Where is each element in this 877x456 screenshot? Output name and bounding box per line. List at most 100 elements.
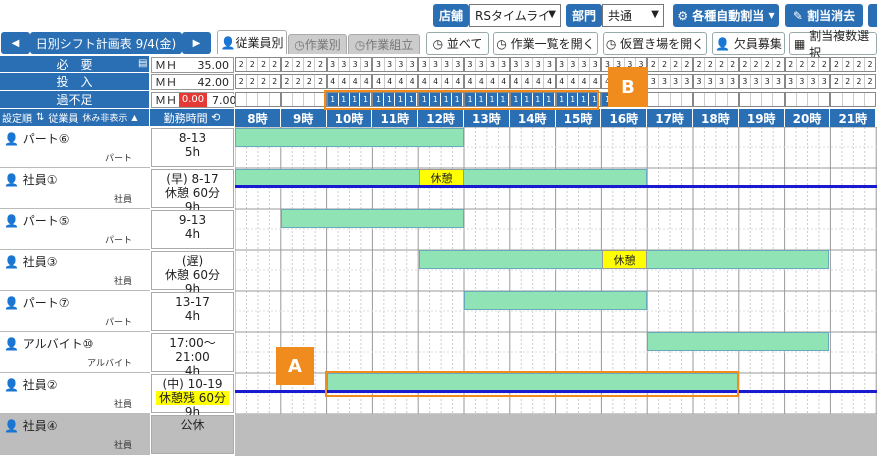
- store-select[interactable]: RSタイムライ ▼: [469, 4, 561, 27]
- employee-name[interactable]: 👤 社員③: [4, 253, 58, 270]
- summary-digit: [751, 93, 763, 106]
- employee-row[interactable]: 👤 社員② 社員: [0, 373, 150, 414]
- input-label: 投 入: [0, 73, 150, 91]
- employee-row[interactable]: 👤 パート⑦ パート: [0, 291, 150, 332]
- summary-digit: [659, 93, 671, 106]
- employee-name[interactable]: 👤 パート⑤: [4, 212, 70, 229]
- task-list-button[interactable]: ◷ 作業一覧を開く: [493, 32, 598, 55]
- summary-digit: 2: [843, 75, 854, 88]
- summary-digit: 2: [236, 58, 248, 71]
- task-list-label: 作業一覧を開く: [510, 37, 595, 51]
- refresh-icon[interactable]: ⟲: [211, 111, 220, 124]
- multi-select-label: 割当複数選択: [809, 28, 870, 60]
- summary-digit: 2: [730, 60, 736, 69]
- arrange-button[interactable]: ◷ 並べて: [426, 32, 489, 55]
- extra-button[interactable]: [868, 4, 877, 27]
- summary-cell: 3333: [509, 57, 556, 72]
- grid-icon: ▦: [794, 36, 806, 51]
- employee-name[interactable]: 👤 パート⑦: [4, 294, 70, 311]
- summary-cell: 2222: [784, 57, 831, 72]
- summary-digit: 2: [236, 75, 248, 88]
- auto-assign-button[interactable]: ⚙ 各種自動割当 ▼: [673, 4, 779, 27]
- settings-order-label[interactable]: 設定順: [2, 110, 32, 125]
- summary-digit: 3: [533, 58, 545, 71]
- summary-digit: [236, 93, 248, 106]
- vacancy-button[interactable]: 👤 欠員募集: [712, 32, 785, 55]
- work-time-line: 17:00～21:00: [169, 336, 216, 364]
- summary-digit: 4: [350, 75, 362, 88]
- work-time-cell[interactable]: 9-13 4h: [151, 210, 234, 249]
- employee-row[interactable]: 👤 パート⑥ パート: [0, 127, 150, 168]
- summary-digit: 2: [272, 77, 278, 86]
- hour-label: 20時: [784, 109, 831, 127]
- employee-name[interactable]: 👤 社員④: [4, 417, 58, 434]
- prev-day-button[interactable]: ◀: [1, 32, 30, 54]
- employee-name[interactable]: 👤 パート⑥: [4, 130, 70, 147]
- summary-cell: 3333: [784, 74, 831, 89]
- work-time-cell[interactable]: 13-17 4h: [151, 292, 234, 331]
- work-time-cell[interactable]: (早) 8-17 休憩 60分 9h: [151, 169, 234, 214]
- employee-row[interactable]: 👤 パート⑤ パート: [0, 209, 150, 250]
- summary-digit: [694, 93, 706, 106]
- summary-digit: 2: [831, 75, 843, 88]
- summary-digit: 2: [776, 60, 781, 69]
- employee-col-label: 従業員: [48, 114, 79, 125]
- summary-digit: [671, 93, 682, 106]
- dept-select[interactable]: 共通 ▼: [602, 4, 664, 27]
- auto-assign-label: 各種自動割当: [692, 9, 765, 23]
- employee-name[interactable]: 👤 社員②: [4, 376, 58, 393]
- work-time-cell[interactable]: (遅) 休憩 60分 9h: [151, 251, 234, 296]
- employee-row[interactable]: 👤 社員④ 社員: [0, 414, 150, 455]
- rest-block[interactable]: 休憩: [419, 169, 464, 186]
- summary-digit: 2: [671, 58, 682, 71]
- shift-bar[interactable]: [281, 209, 464, 228]
- summary-digit: 2: [831, 58, 843, 71]
- summary-cell: 4444: [372, 74, 419, 89]
- tab-task-build[interactable]: ◷ 作業組立: [348, 34, 420, 54]
- employee-row[interactable]: 👤 社員① 社員: [0, 168, 150, 209]
- summary-cell: 3333: [326, 57, 373, 72]
- tab-employee[interactable]: 👤 従業員別: [217, 30, 287, 54]
- summary-cell: 2222: [280, 57, 327, 72]
- work-time-cell[interactable]: 17:00～21:00 4h: [151, 333, 234, 378]
- summary-cell: 2222: [830, 57, 877, 72]
- clear-assign-button[interactable]: ✎ 割当消去: [785, 4, 863, 27]
- sort-icon[interactable]: ⇅: [36, 112, 44, 123]
- work-time-cell[interactable]: 公休: [151, 415, 234, 454]
- summary-digit: 3: [592, 60, 598, 69]
- summary-digit: 4: [363, 77, 369, 86]
- hide-off-toggle[interactable]: 休み非表示: [82, 111, 127, 124]
- summary-digit: 3: [659, 75, 671, 88]
- summary-digit: 4: [328, 75, 339, 88]
- employee-row[interactable]: 👤 社員③ 社員: [0, 250, 150, 291]
- summary-digit: 3: [487, 58, 499, 71]
- employee-name[interactable]: 👤 アルバイト⑩: [4, 335, 93, 352]
- rest-block[interactable]: 休憩: [602, 250, 647, 269]
- work-time-cell[interactable]: 8-13 5h: [151, 128, 234, 167]
- arrange-label: 並べて: [446, 37, 483, 51]
- work-time-cell[interactable]: (中) 10-19 休憩残 60分 9h: [151, 374, 234, 419]
- summary-digit: 3: [409, 60, 415, 69]
- tab-task[interactable]: ◷ 作業別: [288, 34, 347, 54]
- summary-digit: 2: [282, 75, 293, 88]
- summary-digit: 3: [363, 60, 369, 69]
- summary-digit: 4: [568, 75, 579, 88]
- work-time-line: 公休: [180, 418, 205, 432]
- summary-digit: 2: [247, 58, 259, 71]
- employee-row[interactable]: 👤 アルバイト⑩ アルバイト: [0, 332, 150, 373]
- employee-name[interactable]: 👤 社員①: [4, 171, 58, 188]
- summary-digit: 3: [557, 58, 568, 71]
- summary-digit: 3: [776, 77, 781, 86]
- triangle-up-icon[interactable]: ▲: [131, 113, 137, 122]
- shift-bar[interactable]: [235, 128, 464, 147]
- calendar-icon[interactable]: ▤: [138, 58, 147, 69]
- summary-digit: 3: [648, 75, 660, 88]
- multi-select-button[interactable]: ▦ 割当複数選択: [789, 29, 877, 60]
- summary-cell: 2222: [647, 57, 693, 72]
- summary-cell: 3333: [418, 57, 464, 72]
- shift-bar[interactable]: [647, 332, 829, 351]
- next-day-button[interactable]: ▶: [182, 32, 211, 54]
- temp-area-button[interactable]: ◷ 仮置き場を開く: [603, 32, 707, 55]
- shift-bar[interactable]: [464, 291, 647, 310]
- chevron-down-icon: ▼: [548, 9, 556, 20]
